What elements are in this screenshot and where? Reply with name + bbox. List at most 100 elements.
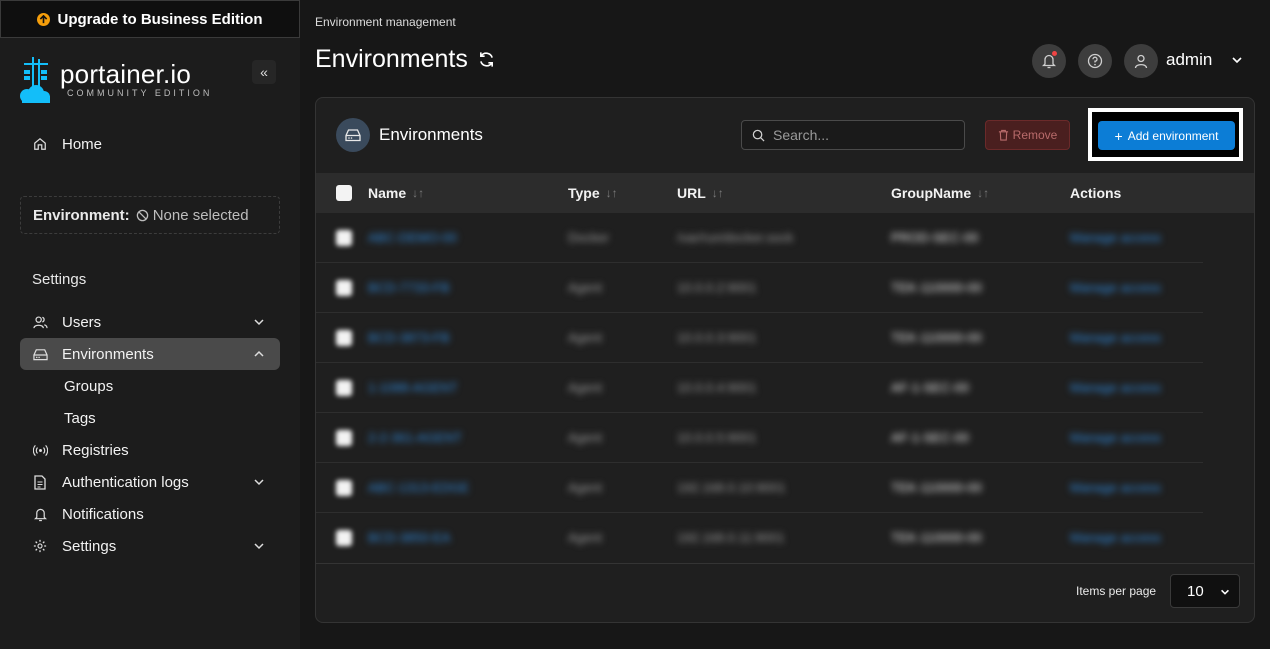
chevron-down-icon (1221, 589, 1229, 595)
sidebar-item-home[interactable]: Home (20, 128, 280, 160)
chevron-down-icon[interactable] (252, 315, 266, 329)
environment-group: TEK-110000-00 (891, 280, 982, 295)
breadcrumb[interactable]: Environment management (315, 15, 456, 29)
ban-icon (136, 209, 148, 221)
refresh-icon[interactable] (478, 51, 495, 68)
chevron-down-icon[interactable] (252, 539, 266, 553)
sidebar-item-notifications[interactable]: Notifications (20, 498, 280, 530)
chevron-down-icon[interactable] (252, 475, 266, 489)
environment-url: /var/run/docker.sock (677, 230, 794, 245)
manage-access-link[interactable]: Manage access (1070, 380, 1161, 395)
column-header-name[interactable]: Name ↓↑ (368, 185, 424, 201)
environment-name-link[interactable]: 1-1088-AGENT (368, 380, 458, 395)
environment-group: TEK-110000-00 (891, 330, 982, 345)
sidebar-item-label: Registries (62, 441, 129, 459)
items-per-page-value: 10 (1187, 582, 1204, 600)
environment-url: 10.0.0.2:9001 (677, 280, 757, 295)
manage-access-link[interactable]: Manage access (1070, 430, 1161, 445)
environment-type: Agent (568, 280, 602, 295)
trash-icon (998, 129, 1008, 141)
sidebar-item-label: Environments (62, 345, 154, 363)
sort-icon: ↓↑ (977, 186, 990, 200)
sidebar-item-label: Authentication logs (62, 473, 189, 491)
sidebar-item-label: Users (62, 313, 102, 331)
chevron-up-icon[interactable] (252, 347, 266, 361)
manage-access-link[interactable]: Manage access (1070, 230, 1161, 245)
user-avatar[interactable] (1124, 44, 1158, 78)
environment-name-link[interactable]: ABC-DEMO-00 (368, 230, 457, 245)
manage-access-link[interactable]: Manage access (1070, 330, 1161, 345)
sidebar-item-registries[interactable]: Registries (20, 434, 280, 466)
panel-title: Environments (379, 125, 483, 144)
row-checkbox[interactable] (336, 430, 352, 446)
manage-access-link[interactable]: Manage access (1070, 280, 1161, 295)
sort-icon: ↓↑ (711, 186, 724, 200)
column-label: URL (677, 185, 706, 201)
sort-icon: ↓↑ (412, 186, 425, 200)
sidebar-item-authentication-logs[interactable]: Authentication logs (20, 466, 280, 498)
column-header-url[interactable]: URL ↓↑ (677, 185, 724, 201)
user-name[interactable]: admin (1166, 50, 1212, 70)
home-icon (32, 136, 48, 152)
environment-name-link[interactable]: ABC-1313-EDGE (368, 480, 469, 495)
environment-type: Agent (568, 430, 602, 445)
environment-selector[interactable]: Environment: None selected (20, 196, 280, 234)
environment-url: 10.0.0.3:9001 (677, 330, 757, 345)
sidebar-item-settings[interactable]: Settings (20, 530, 280, 562)
row-checkbox[interactable] (336, 230, 352, 246)
drive-icon (32, 346, 48, 362)
environments-panel: Environments Remove + Add environment Na… (315, 97, 1255, 623)
table-row: BCD-3873-FB Agent 10.0.0.3:9001 TEK-1100… (316, 313, 1203, 363)
remove-button[interactable]: Remove (985, 120, 1070, 150)
column-header-groupname[interactable]: GroupName ↓↑ (891, 185, 989, 201)
environment-name-link[interactable]: 2-2-361-AGENT (368, 430, 462, 445)
environment-value-wrap: None selected (136, 207, 249, 224)
environment-label: Environment: (33, 206, 130, 224)
environment-type: Agent (568, 530, 602, 545)
manage-access-link[interactable]: Manage access (1070, 530, 1161, 545)
environment-name-link[interactable]: BCD-3850-EA (368, 530, 450, 545)
row-checkbox[interactable] (336, 380, 352, 396)
select-all-checkbox[interactable] (336, 185, 352, 201)
help-button[interactable] (1078, 44, 1112, 78)
search-input[interactable] (773, 127, 953, 143)
row-checkbox[interactable] (336, 480, 352, 496)
bell-icon (32, 506, 48, 522)
environment-name-link[interactable]: BCD-3873-FB (368, 330, 450, 345)
row-checkbox[interactable] (336, 330, 352, 346)
logo[interactable]: portainer.io COMMUNITY EDITION « (18, 57, 282, 107)
sidebar-item-environments[interactable]: Environments (20, 338, 280, 370)
add-environment-button[interactable]: + Add environment (1098, 121, 1235, 150)
notification-dot (1052, 51, 1057, 56)
manage-access-link[interactable]: Manage access (1070, 480, 1161, 495)
sidebar-item-users[interactable]: Users (20, 306, 280, 338)
table-row: ABC-DEMO-00 Docker /var/run/docker.sock … (316, 213, 1203, 263)
column-label: Name (368, 185, 407, 201)
items-per-page-select[interactable]: 10 (1170, 574, 1240, 608)
help-icon (1087, 53, 1103, 69)
environment-group: TEK-110000-00 (891, 530, 982, 545)
column-header-type[interactable]: Type ↓↑ (568, 185, 618, 201)
row-checkbox[interactable] (336, 530, 352, 546)
upgrade-banner[interactable]: Upgrade to Business Edition (0, 0, 300, 38)
page-title: Environments (315, 45, 468, 73)
collapse-sidebar-button[interactable]: « (252, 60, 276, 84)
notifications-button[interactable] (1032, 44, 1066, 78)
environment-name-link[interactable]: BCD-7733-FB (368, 280, 450, 295)
portainer-logo-icon (20, 57, 50, 103)
environment-group: PROD-SEC-00 (891, 230, 979, 245)
chevron-down-icon[interactable] (1230, 53, 1244, 67)
arrow-up-icon (37, 12, 51, 26)
environment-type: Agent (568, 330, 602, 345)
table-row: BCD-3850-EA Agent 192.168.0.11:9001 TEK-… (316, 513, 1203, 563)
sidebar-subitem-tags[interactable]: Tags (64, 410, 96, 427)
sidebar-subitem-groups[interactable]: Groups (64, 378, 113, 395)
row-checkbox[interactable] (336, 280, 352, 296)
settings-heading: Settings (32, 271, 87, 288)
items-per-page-label: Items per page (1076, 584, 1157, 598)
column-label: GroupName (891, 185, 972, 201)
table-row: 1-1088-AGENT Agent 10.0.0.4:9001 AF-1-SE… (316, 363, 1203, 413)
table-footer: Items per page 10 (316, 563, 1254, 622)
page-title-row: Environments (315, 45, 495, 74)
search-box[interactable] (741, 120, 965, 150)
